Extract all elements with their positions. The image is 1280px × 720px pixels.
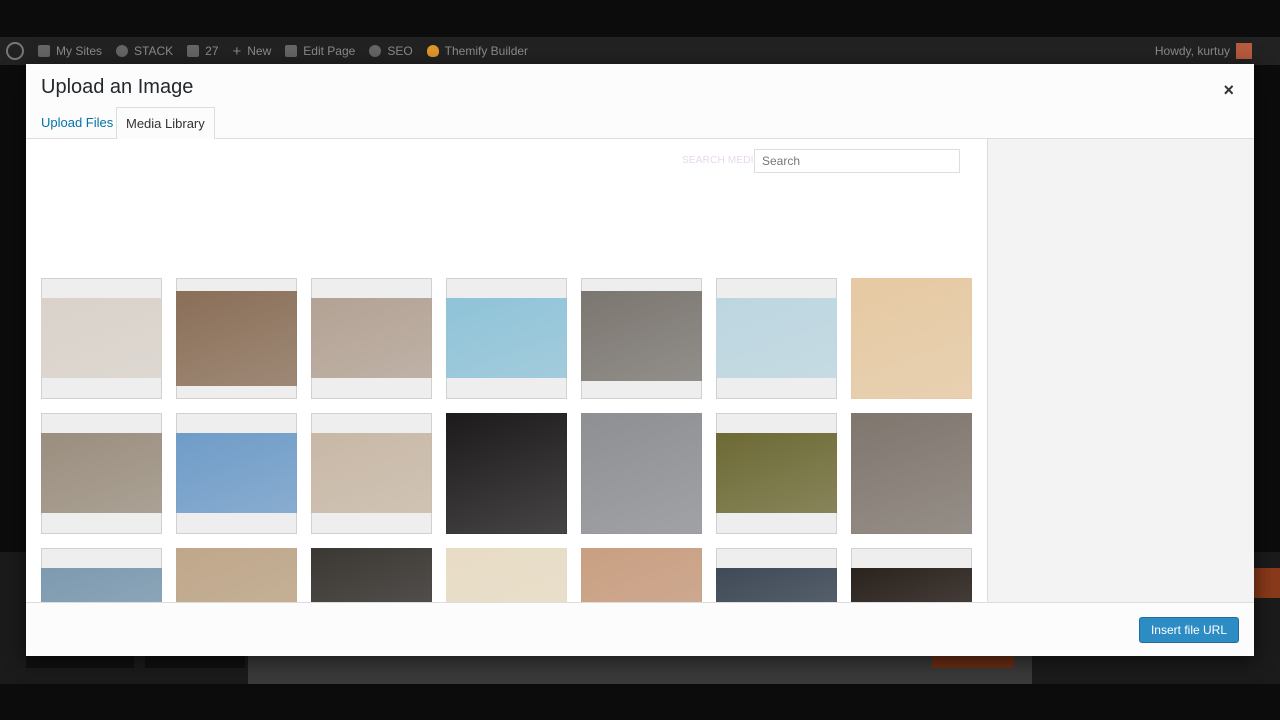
thumbnail-image-woman-by-wall — [41, 433, 162, 513]
thumbnail-image-couple-embrace — [41, 568, 162, 602]
tab-media-library[interactable]: Media Library — [116, 107, 215, 140]
seo-icon — [369, 45, 382, 57]
themify-icon — [426, 45, 439, 57]
media-thumbnail[interactable] — [851, 413, 972, 534]
media-thumbnail[interactable] — [311, 278, 432, 399]
media-library-content: SEARCH MEDIA — [26, 139, 987, 602]
wordpress-logo-icon[interactable] — [6, 42, 24, 60]
thumbnail-image-woman-in-van — [176, 433, 297, 513]
tab-upload-files[interactable]: Upload Files — [32, 107, 122, 139]
media-thumbnail[interactable] — [41, 413, 162, 534]
thumbnail-image-woman-sunglasses — [446, 413, 567, 534]
thumbnail-image-woman-field — [176, 548, 297, 602]
comments-menu[interactable]: 27 — [187, 44, 219, 58]
media-thumbnail[interactable] — [41, 548, 162, 602]
media-thumbnail[interactable] — [446, 278, 567, 399]
thumbnail-image-man-sitting — [716, 568, 837, 602]
media-thumbnail[interactable] — [581, 278, 702, 399]
thumbnail-image-couple-sweaters — [581, 413, 702, 534]
dashboard-icon — [116, 45, 129, 57]
user-greeting[interactable]: Howdy, kurtuy — [1155, 44, 1230, 58]
thumbnail-image-bearded-man — [311, 548, 432, 602]
media-thumbnail[interactable] — [311, 548, 432, 602]
my-sites-menu[interactable]: My Sites — [38, 44, 102, 58]
thumbnail-image-woman-bench — [581, 548, 702, 602]
media-thumbnail[interactable] — [581, 413, 702, 534]
admin-bar: My Sites STACK 27 + New Edit Page SEO The… — [0, 37, 1280, 65]
thumbnail-image-blonde-portrait — [446, 548, 567, 602]
media-thumbnail[interactable] — [41, 278, 162, 399]
thumbnail-image-photographer-stairs — [581, 291, 702, 381]
pencil-icon — [285, 45, 298, 57]
media-thumbnail[interactable] — [581, 548, 702, 602]
media-thumbnail[interactable] — [176, 413, 297, 534]
media-thumbnail[interactable] — [716, 278, 837, 399]
close-icon[interactable]: × — [1223, 80, 1234, 101]
new-menu[interactable]: + New — [233, 43, 272, 60]
thumbnail-image-model-arms-up — [851, 278, 972, 399]
media-thumbnail[interactable] — [716, 413, 837, 534]
thumbnail-image-woman-in-bed — [41, 298, 162, 378]
media-thumbnail[interactable] — [176, 278, 297, 399]
plus-icon: + — [232, 42, 242, 60]
thumbnail-image-bike-on-beach — [446, 298, 567, 378]
modal-title: Upload an Image — [41, 76, 194, 98]
avatar[interactable] — [1236, 43, 1252, 59]
media-thumbnail[interactable] — [311, 413, 432, 534]
thumbnail-image-blonde-lace-dress — [851, 413, 972, 534]
search-input[interactable] — [754, 149, 960, 173]
search-media-label: SEARCH MEDIA — [682, 155, 761, 166]
comment-icon — [187, 45, 200, 57]
media-thumbnail[interactable] — [716, 548, 837, 602]
sites-icon — [38, 45, 50, 57]
thumbnail-image-woman-sunset-grass — [716, 433, 837, 513]
media-thumbnail[interactable] — [851, 278, 972, 399]
themify-builder-menu[interactable]: Themify Builder — [426, 44, 528, 58]
thumbnail-image-man-in-suit — [311, 433, 432, 513]
upload-image-modal: Upload an Image × Upload Files Media Lib… — [26, 64, 1254, 656]
modal-tabs: Upload Files Media Library — [26, 107, 1254, 140]
attachment-details-sidebar — [987, 139, 1254, 602]
modal-footer: Insert file URL — [26, 602, 1254, 656]
site-name-menu[interactable]: STACK — [116, 44, 173, 58]
insert-file-url-button[interactable]: Insert file URL — [1138, 617, 1239, 643]
edit-page-menu[interactable]: Edit Page — [285, 44, 355, 58]
thumbnail-image-girls-group — [311, 298, 432, 378]
media-thumbnail[interactable] — [176, 548, 297, 602]
media-thumbnail[interactable] — [446, 413, 567, 534]
thumbnail-image-friends-selfie — [176, 291, 297, 386]
media-thumbnail[interactable] — [851, 548, 972, 602]
seo-menu[interactable]: SEO — [369, 44, 413, 58]
thumbnail-image-woman-floor — [851, 568, 972, 602]
background-accent — [1250, 568, 1280, 598]
media-thumbnail[interactable] — [446, 548, 567, 602]
thumbnail-image-bicycle-beach — [716, 298, 837, 378]
